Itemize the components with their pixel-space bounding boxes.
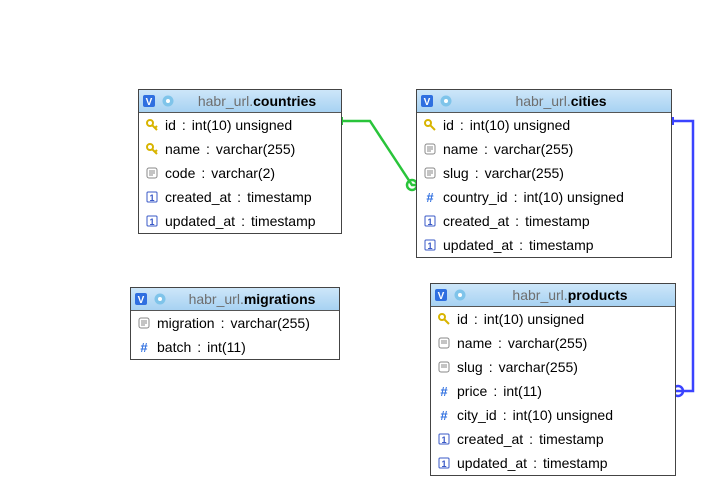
- text-icon: [437, 360, 451, 374]
- table-migrations-header[interactable]: V habr_url.migrations: [131, 288, 339, 311]
- gear-icon: [453, 288, 467, 302]
- column-row[interactable]: name:varchar(255): [139, 137, 341, 161]
- svg-text:#: #: [426, 191, 434, 203]
- table-products-columns: id:int(10) unsigned name:varchar(255) sl…: [431, 307, 675, 475]
- gear-icon: [439, 94, 453, 108]
- svg-text:1: 1: [149, 193, 154, 203]
- view-icon: V: [135, 292, 149, 306]
- svg-text:1: 1: [441, 459, 446, 469]
- table-name: cities: [571, 93, 607, 109]
- column-row[interactable]: id:int(10) unsigned: [417, 113, 671, 137]
- svg-text:V: V: [438, 291, 445, 302]
- hash-icon: #: [437, 408, 451, 422]
- column-row[interactable]: 1created_at:timestamp: [431, 427, 675, 451]
- table-migrations-columns: migration:varchar(255) #batch:int(11): [131, 311, 339, 359]
- column-row[interactable]: #country_id:int(10) unsigned: [417, 185, 671, 209]
- table-cities-columns: id:int(10) unsigned name:varchar(255) sl…: [417, 113, 671, 257]
- svg-text:1: 1: [149, 217, 154, 227]
- table-products-header[interactable]: V habr_url.products: [431, 284, 675, 307]
- gear-icon: [153, 292, 167, 306]
- timestamp-icon: 1: [145, 214, 159, 228]
- column-row[interactable]: migration:varchar(255): [131, 311, 339, 335]
- column-row[interactable]: id:int(10) unsigned: [431, 307, 675, 331]
- view-icon: V: [421, 94, 435, 108]
- text-icon: [145, 166, 159, 180]
- table-cities[interactable]: V habr_url.cities id:int(10) unsigned na…: [416, 89, 672, 258]
- schema-label: habr_url.: [189, 291, 244, 307]
- column-row[interactable]: code:varchar(2): [139, 161, 341, 185]
- gear-icon: [161, 94, 175, 108]
- column-row[interactable]: 1created_at:timestamp: [417, 209, 671, 233]
- timestamp-icon: 1: [437, 456, 451, 470]
- table-migrations[interactable]: V habr_url.migrations migration:varchar(…: [130, 287, 340, 360]
- schema-label: habr_url.: [512, 287, 567, 303]
- table-name: migrations: [244, 291, 316, 307]
- svg-text:V: V: [138, 295, 145, 306]
- svg-text:#: #: [440, 385, 448, 397]
- key-icon: [145, 118, 159, 132]
- column-row[interactable]: name:varchar(255): [417, 137, 671, 161]
- table-countries-header[interactable]: V habr_url.countries: [139, 90, 341, 113]
- text-icon: [437, 336, 451, 350]
- column-row[interactable]: 1updated_at:timestamp: [139, 209, 341, 233]
- svg-text:1: 1: [441, 435, 446, 445]
- column-row[interactable]: slug:varchar(255): [431, 355, 675, 379]
- column-row[interactable]: 1updated_at:timestamp: [431, 451, 675, 475]
- view-icon: V: [435, 288, 449, 302]
- timestamp-icon: 1: [437, 432, 451, 446]
- text-icon: [137, 316, 151, 330]
- table-cities-header[interactable]: V habr_url.cities: [417, 90, 671, 113]
- hash-icon: #: [137, 340, 151, 354]
- column-row[interactable]: slug:varchar(255): [417, 161, 671, 185]
- svg-text:V: V: [146, 97, 153, 108]
- column-row[interactable]: #city_id:int(10) unsigned: [431, 403, 675, 427]
- table-products[interactable]: V habr_url.products id:int(10) unsigned …: [430, 283, 676, 476]
- svg-text:1: 1: [427, 241, 432, 251]
- hash-icon: #: [423, 190, 437, 204]
- view-icon: V: [143, 94, 157, 108]
- timestamp-icon: 1: [145, 190, 159, 204]
- column-row[interactable]: name:varchar(255): [431, 331, 675, 355]
- key-icon: [423, 118, 437, 132]
- key-icon: [437, 312, 451, 326]
- column-row[interactable]: 1created_at:timestamp: [139, 185, 341, 209]
- text-icon: [423, 166, 437, 180]
- schema-label: habr_url.: [198, 93, 253, 109]
- svg-text:#: #: [140, 341, 148, 353]
- table-countries[interactable]: V habr_url.countries id:int(10) unsigned…: [138, 89, 342, 234]
- svg-text:V: V: [424, 97, 431, 108]
- schema-label: habr_url.: [515, 93, 570, 109]
- column-row[interactable]: #batch:int(11): [131, 335, 339, 359]
- timestamp-icon: 1: [423, 238, 437, 252]
- svg-text:#: #: [440, 409, 448, 421]
- column-row[interactable]: #price:int(11): [431, 379, 675, 403]
- text-icon: [423, 142, 437, 156]
- column-row[interactable]: 1updated_at:timestamp: [417, 233, 671, 257]
- svg-text:1: 1: [427, 217, 432, 227]
- table-name: countries: [253, 93, 316, 109]
- column-row[interactable]: id:int(10) unsigned: [139, 113, 341, 137]
- table-countries-columns: id:int(10) unsigned name:varchar(255) co…: [139, 113, 341, 233]
- hash-icon: #: [437, 384, 451, 398]
- table-name: products: [568, 287, 628, 303]
- key-icon: [145, 142, 159, 156]
- timestamp-icon: 1: [423, 214, 437, 228]
